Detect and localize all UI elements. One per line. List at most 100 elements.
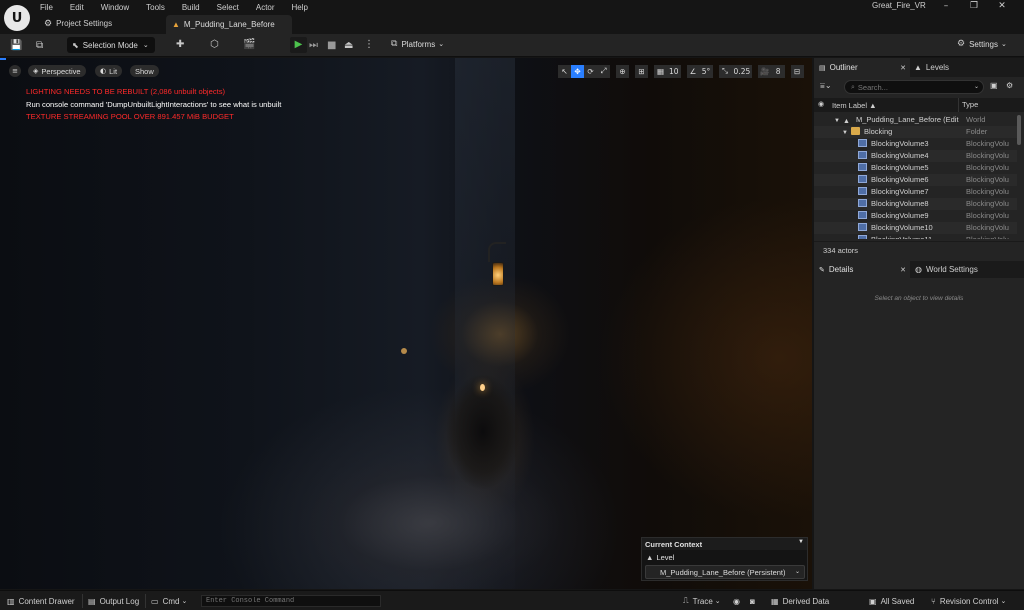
menu-window[interactable]: Window bbox=[101, 3, 129, 12]
console-command-input[interactable] bbox=[201, 595, 381, 607]
outliner-row[interactable]: BlockingVolume11 BlockingVolu bbox=[814, 234, 1017, 239]
outliner-row[interactable]: BlockingVolume7 BlockingVolu bbox=[814, 186, 1017, 198]
outliner-row-label: BlockingVolume8 bbox=[858, 199, 929, 208]
outliner-row[interactable]: BlockingVolume3 BlockingVolu bbox=[814, 138, 1017, 150]
rotation-snap-value[interactable]: 5° bbox=[699, 64, 713, 78]
unreal-logo-icon[interactable]: U bbox=[4, 5, 30, 31]
menu-build[interactable]: Build bbox=[182, 3, 200, 12]
minimize-button[interactable]: – bbox=[932, 1, 960, 11]
outliner-row-label: BlockingVolume6 bbox=[858, 175, 929, 184]
current-context-title[interactable]: Current Context ▼ bbox=[642, 538, 807, 550]
viewport-menu-icon[interactable]: ≡ bbox=[9, 65, 21, 77]
gear-icon[interactable]: ⚙ bbox=[1006, 81, 1013, 90]
outliner-scrollbar[interactable] bbox=[1017, 115, 1021, 145]
rotate-tool-icon[interactable]: ⟳ bbox=[584, 64, 597, 78]
tab-levels[interactable]: ▲ Levels bbox=[914, 58, 949, 77]
output-log-button[interactable]: ▤ Output Log bbox=[88, 594, 139, 608]
advance-frame-icon[interactable]: ⏭ bbox=[309, 40, 318, 51]
menu-tools[interactable]: Tools bbox=[146, 3, 165, 12]
cmd-button[interactable]: ▭ Cmd ⌄ bbox=[151, 594, 187, 608]
outliner-row-label: BlockingVolume3 bbox=[858, 139, 929, 148]
eject-icon[interactable]: ⏏ bbox=[344, 40, 353, 51]
visibility-eye-icon[interactable]: ◉ bbox=[818, 100, 824, 108]
move-tool-icon[interactable]: ✥ bbox=[571, 64, 584, 78]
filter-icon[interactable]: ⩸⌄ bbox=[820, 81, 832, 91]
camera-icon[interactable]: ◙ bbox=[750, 594, 755, 608]
camera-speed-value[interactable]: 8 bbox=[771, 64, 785, 78]
expand-arrow-icon[interactable]: ▼ bbox=[842, 130, 848, 136]
scale-tool-icon[interactable]: ⤢ bbox=[597, 64, 610, 78]
cinematics-icon[interactable]: 🎬 bbox=[243, 39, 255, 50]
cube-icon: ◈ bbox=[33, 67, 39, 75]
perspective-button[interactable]: ◈ Perspective bbox=[28, 65, 86, 77]
details-tab-label: Details bbox=[828, 265, 854, 274]
viewport-layout-icon[interactable]: ⊟ bbox=[790, 64, 804, 78]
tab-world-settings[interactable]: ◍ World Settings bbox=[915, 261, 978, 278]
play-button[interactable]: ▶ bbox=[290, 37, 307, 53]
tab-outliner[interactable]: ▤ Outliner ✕ bbox=[814, 58, 910, 77]
close-button[interactable]: ✕ bbox=[988, 1, 1016, 11]
outliner-tab-bar: ▤ Outliner ✕ ▲ Levels bbox=[814, 58, 1024, 77]
trace-label: Trace bbox=[692, 596, 713, 606]
source-control-icon[interactable]: ⧉ bbox=[36, 40, 43, 51]
stop-icon[interactable]: ■ bbox=[327, 40, 336, 51]
outliner-row[interactable]: ▼ ▲ M_Pudding_Lane_Before (Edit World bbox=[814, 114, 1017, 126]
platforms-button[interactable]: ⧉ Platforms ⌄ bbox=[391, 39, 444, 49]
derived-data-icon: ▦ bbox=[771, 596, 779, 606]
all-saved-button[interactable]: ▣ All Saved bbox=[869, 594, 914, 608]
menu-file[interactable]: File bbox=[40, 3, 53, 12]
maximize-button[interactable]: ❐ bbox=[960, 1, 988, 11]
blueprint-icon[interactable]: ⬡ bbox=[210, 39, 219, 50]
add-actor-icon[interactable]: ✚ bbox=[176, 39, 184, 50]
outliner-row[interactable]: BlockingVolume4 BlockingVolu bbox=[814, 150, 1017, 162]
menu-select[interactable]: Select bbox=[217, 3, 239, 12]
type-column[interactable]: Type bbox=[958, 98, 978, 112]
level-tab[interactable]: ▲ M_Pudding_Lane_Before bbox=[166, 15, 292, 34]
project-settings-tab[interactable]: ⚙ Project Settings bbox=[44, 17, 112, 29]
outliner-row[interactable]: BlockingVolume6 BlockingVolu bbox=[814, 174, 1017, 186]
lit-button[interactable]: ◐ Lit bbox=[95, 65, 123, 77]
more-options-icon[interactable]: ⋮ bbox=[364, 39, 374, 50]
surface-snap-icon[interactable]: ⊞ bbox=[635, 64, 648, 78]
outliner-row[interactable]: BlockingVolume5 BlockingVolu bbox=[814, 162, 1017, 174]
revision-control-button[interactable]: ⑂ Revision Control ⌄ bbox=[931, 594, 1006, 608]
add-folder-icon[interactable]: ▣ bbox=[990, 81, 998, 90]
grid-snap-icon[interactable]: ▦ bbox=[654, 64, 667, 78]
record-icon[interactable]: ◉ bbox=[733, 594, 740, 608]
scale-snap-icon[interactable]: ⤡ bbox=[718, 64, 732, 78]
outliner-row[interactable]: BlockingVolume8 BlockingVolu bbox=[814, 198, 1017, 210]
content-drawer-button[interactable]: ▥ Content Drawer bbox=[7, 594, 75, 608]
trace-button[interactable]: ⎍ Trace ⌄ bbox=[683, 594, 721, 608]
revision-control-icon: ⑂ bbox=[931, 596, 936, 606]
selection-mode-button[interactable]: ⬉ Selection Mode ⌄ bbox=[67, 37, 155, 53]
settings-button[interactable]: ⚙ Settings ⌄ bbox=[957, 39, 1007, 49]
show-button[interactable]: Show bbox=[130, 65, 159, 77]
save-icon[interactable]: 💾 bbox=[10, 40, 22, 51]
scale-snap-value[interactable]: 0.25 bbox=[731, 64, 753, 78]
console-icon: ▭ bbox=[151, 596, 159, 606]
derived-data-button[interactable]: ▦ Derived Data bbox=[771, 594, 829, 608]
outliner-row[interactable]: BlockingVolume10 BlockingVolu bbox=[814, 222, 1017, 234]
levels-tab-label: Levels bbox=[925, 63, 950, 72]
chevron-down-icon: ⌄ bbox=[794, 569, 800, 575]
menu-help[interactable]: Help bbox=[292, 3, 308, 12]
outliner-row[interactable]: ▼ Blocking Folder bbox=[814, 126, 1017, 138]
title-bar: U File Edit Window Tools Build Select Ac… bbox=[0, 0, 1024, 34]
select-tool-icon[interactable]: ↖ bbox=[558, 64, 571, 78]
world-space-icon[interactable]: ⊕ bbox=[616, 64, 629, 78]
rotation-snap-icon[interactable]: ∠ bbox=[686, 64, 700, 78]
tab-details[interactable]: ✎ Details ✕ bbox=[814, 261, 910, 278]
close-icon[interactable]: ✕ bbox=[900, 266, 906, 274]
outliner-item-name: BlockingVolume7 bbox=[871, 187, 929, 196]
level-viewport[interactable]: ≡ ◈ Perspective ◐ Lit Show ↖ ✥ ⟳ ⤢ ⊕ ⊞ ▦… bbox=[0, 58, 812, 589]
grid-snap-value[interactable]: 10 bbox=[667, 64, 681, 78]
level-dropdown[interactable]: M_Pudding_Lane_Before (Persistent) ⌄ bbox=[645, 565, 805, 579]
menu-edit[interactable]: Edit bbox=[70, 3, 84, 12]
menu-actor[interactable]: Actor bbox=[256, 3, 275, 12]
expand-arrow-icon[interactable]: ▼ bbox=[834, 118, 840, 124]
camera-speed-icon[interactable]: 🎥 bbox=[758, 64, 772, 78]
outliner-row[interactable]: BlockingVolume9 BlockingVolu bbox=[814, 210, 1017, 222]
outliner-search-input[interactable]: ⌕ Search... ⌄ bbox=[844, 80, 984, 94]
close-icon[interactable]: ✕ bbox=[900, 64, 906, 72]
item-label-column[interactable]: Item Label ▲ bbox=[832, 101, 877, 110]
